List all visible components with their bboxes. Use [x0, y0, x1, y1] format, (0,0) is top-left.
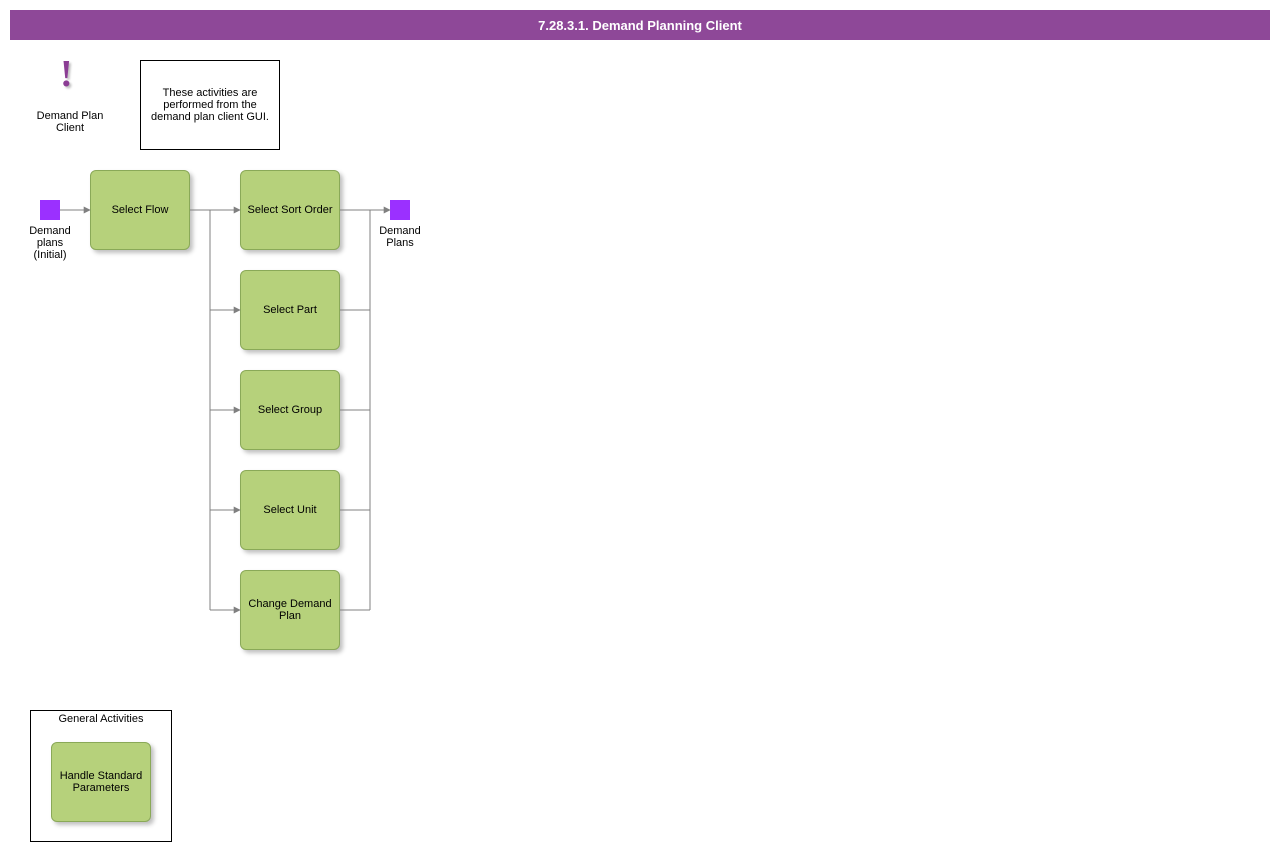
start-marker-label: Demand plans (Initial)	[25, 225, 75, 261]
node-select-flow-label: Select Flow	[112, 204, 169, 216]
node-change-demand-plan[interactable]: Change Demand Plan	[240, 570, 340, 650]
node-select-sort-order-label: Select Sort Order	[248, 204, 333, 216]
node-select-unit-label: Select Unit	[263, 504, 316, 516]
node-select-part-label: Select Part	[263, 304, 317, 316]
page-title: 7.28.3.1. Demand Planning Client	[538, 18, 742, 33]
general-activities-box: General Activities Handle Standard Param…	[30, 710, 172, 842]
node-change-demand-plan-label: Change Demand Plan	[245, 598, 335, 622]
note-text: These activities are performed from the …	[145, 87, 275, 123]
diagram-canvas: 7.28.3.1. Demand Planning Client ! Deman…	[0, 0, 1280, 850]
node-select-part[interactable]: Select Part	[240, 270, 340, 350]
title-bar: 7.28.3.1. Demand Planning Client	[10, 10, 1270, 40]
end-marker[interactable]	[390, 200, 410, 220]
exclamation-icon: !	[60, 55, 73, 93]
node-handle-standard-parameters[interactable]: Handle Standard Parameters	[51, 742, 151, 822]
note-box: These activities are performed from the …	[140, 60, 280, 150]
node-select-sort-order[interactable]: Select Sort Order	[240, 170, 340, 250]
exclamation-label: Demand Plan Client	[30, 110, 110, 134]
general-activities-title: General Activities	[31, 711, 171, 727]
node-select-flow[interactable]: Select Flow	[90, 170, 190, 250]
end-marker-label: Demand Plans	[375, 225, 425, 249]
node-select-unit[interactable]: Select Unit	[240, 470, 340, 550]
start-marker[interactable]	[40, 200, 60, 220]
node-select-group-label: Select Group	[258, 404, 322, 416]
node-select-group[interactable]: Select Group	[240, 370, 340, 450]
node-handle-standard-parameters-label: Handle Standard Parameters	[56, 770, 146, 794]
